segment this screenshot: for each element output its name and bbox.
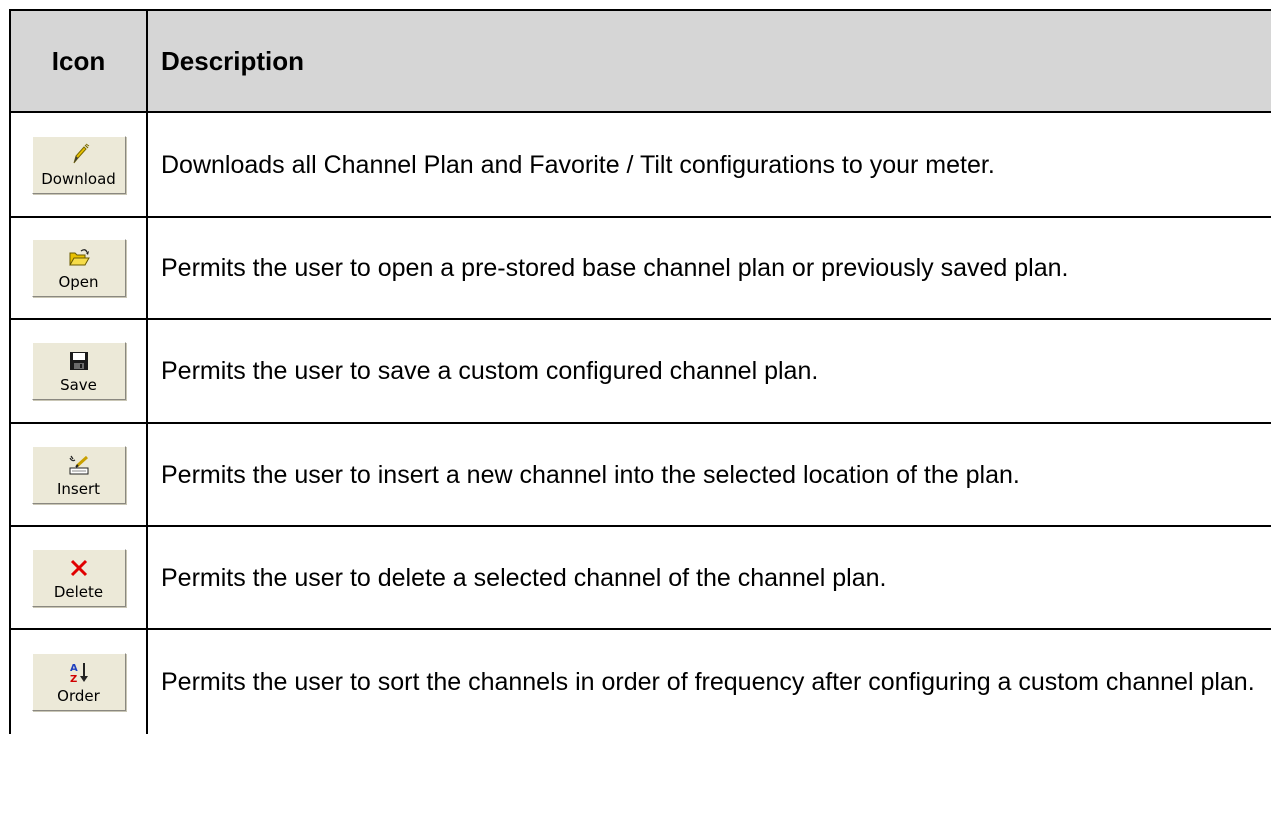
floppy-disk-icon [69, 352, 88, 370]
description-cell: Permits the user to insert a new channel… [148, 424, 1271, 525]
open-folder-icon [68, 249, 90, 266]
icon-column-header: Icon [11, 11, 148, 111]
delete-button[interactable]: Delete [31, 548, 126, 607]
row-description: Permits the user to open a pre-stored ba… [161, 254, 1069, 282]
icon-cell: Save [11, 320, 148, 422]
table-row: Download Downloads all Channel Plan and … [11, 113, 1271, 218]
save-button-label: Save [60, 376, 97, 394]
pencil-icon [73, 143, 89, 163]
insert-icon [68, 455, 88, 474]
delete-button-label: Delete [53, 582, 104, 601]
description-cell: Permits the user to open a pre-stored ba… [148, 218, 1271, 318]
svg-text:Z: Z [70, 674, 77, 684]
order-button-label: Order [57, 687, 100, 705]
description-column-header: Description [161, 45, 305, 76]
description-cell: Permits the user to sort the channels in… [148, 630, 1271, 734]
insert-button[interactable]: Insert [31, 445, 126, 504]
icon-cell: Download [11, 113, 148, 216]
save-button[interactable]: Save [31, 342, 126, 400]
description-cell: Permits the user to save a custom config… [148, 320, 1271, 422]
table-row: Insert Permits the user to insert a new … [11, 424, 1271, 527]
download-button[interactable]: Download [31, 135, 126, 194]
table-row: Open Permits the user to open a pre-stor… [11, 218, 1271, 320]
icon-cell: Open [11, 218, 148, 318]
row-description: Permits the user to insert a new channel… [161, 460, 1020, 489]
table-row: A Z Order Permits the user to sort the c… [11, 630, 1271, 734]
order-button[interactable]: A Z Order [31, 653, 126, 711]
table-row: Delete Permits the user to delete a sele… [11, 527, 1271, 630]
download-button-label: Download [41, 169, 116, 188]
delete-x-icon [70, 559, 87, 576]
table-row: Save Permits the user to save a custom c… [11, 320, 1271, 424]
svg-text:A: A [70, 663, 78, 674]
sort-az-icon: A Z [70, 663, 88, 684]
table-header-row: Icon Description [11, 11, 1271, 113]
icon-cell: A Z Order [11, 630, 148, 734]
icon-description-table: Icon Description Download Downloads all … [9, 9, 1271, 734]
open-button-label: Open [58, 273, 99, 291]
icon-cell: Delete [11, 527, 148, 628]
row-description: Permits the user to save a custom config… [161, 357, 819, 385]
insert-button-label: Insert [56, 479, 101, 498]
description-cell: Downloads all Channel Plan and Favorite … [148, 113, 1271, 216]
open-button[interactable]: Open [31, 239, 126, 297]
row-description: Permits the user to delete a selected ch… [161, 563, 887, 592]
icon-cell: Insert [11, 424, 148, 525]
row-description: Permits the user to sort the channels in… [161, 668, 1255, 696]
description-cell: Permits the user to delete a selected ch… [148, 527, 1271, 628]
row-description: Downloads all Channel Plan and Favorite … [161, 150, 995, 179]
